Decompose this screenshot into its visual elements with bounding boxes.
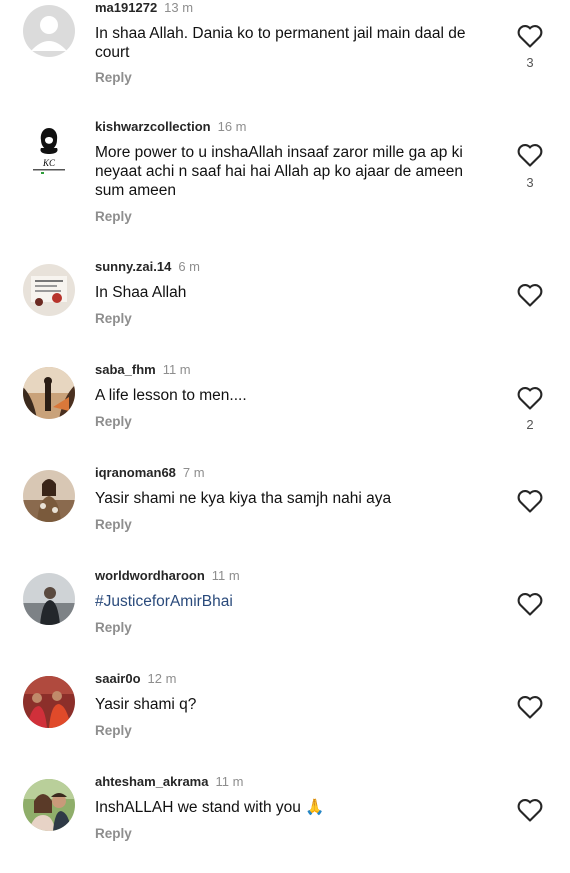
timestamp: 11 m <box>211 568 240 583</box>
avatar[interactable]: KC <box>23 124 75 176</box>
avatar[interactable] <box>23 779 75 831</box>
kc-logo-icon: KC <box>23 124 75 176</box>
comment-text: Yasir shami ne kya kiya tha samjh nahi a… <box>95 490 392 507</box>
photo-avatar-icon <box>23 367 75 419</box>
photo-avatar-icon <box>23 470 75 522</box>
heart-icon <box>517 144 543 167</box>
comments-screen: { "comments": [ {"username":"ma191272","… <box>0 0 570 873</box>
comment-text: More power to u inshaAllah insaaf zaror … <box>95 144 463 199</box>
heart-icon <box>517 696 543 719</box>
reply-button[interactable]: Reply <box>95 723 132 738</box>
heart-icon <box>517 490 543 513</box>
comment-text: Yasir shami q? <box>95 696 197 713</box>
comment-text: In Shaa Allah <box>95 284 187 301</box>
username[interactable]: kishwarzcollection <box>95 119 211 134</box>
username[interactable]: saba_fhm <box>95 362 156 377</box>
like-button[interactable] <box>516 385 544 411</box>
timestamp: 6 m <box>178 259 201 274</box>
timestamp: 11 m <box>215 774 244 789</box>
heart-icon <box>517 284 543 307</box>
like-button[interactable] <box>516 591 544 617</box>
username[interactable]: ahtesham_akrama <box>95 774 208 789</box>
username[interactable]: saair0o <box>95 671 141 686</box>
heart-icon <box>517 25 543 48</box>
like-button[interactable] <box>516 694 544 720</box>
comment-text: In shaa Allah. Dania ko to permanent jai… <box>95 25 466 61</box>
comment-text: InshALLAH we stand with you 🙏 <box>95 799 325 816</box>
reply-button[interactable]: Reply <box>95 209 132 224</box>
photo-avatar-icon <box>23 779 75 831</box>
reply-button[interactable]: Reply <box>95 517 132 532</box>
heart-icon <box>517 799 543 822</box>
like-button[interactable] <box>516 23 544 49</box>
timestamp: 11 m <box>162 362 191 377</box>
reply-button[interactable]: Reply <box>95 620 132 635</box>
reply-button[interactable]: Reply <box>95 70 132 85</box>
username[interactable]: ma191272 <box>95 0 157 15</box>
avatar[interactable] <box>23 573 75 625</box>
username[interactable]: worldwordharoon <box>95 568 205 583</box>
reply-button[interactable]: Reply <box>95 311 132 326</box>
username[interactable]: iqranoman68 <box>95 465 176 480</box>
kc-logo-text: KC <box>42 158 56 168</box>
like-button[interactable] <box>516 282 544 308</box>
avatar[interactable] <box>23 470 75 522</box>
like-button[interactable] <box>516 488 544 514</box>
comment-text: A life lesson to men.... <box>95 387 247 404</box>
like-count: 2 <box>526 417 534 432</box>
heart-icon <box>517 387 543 410</box>
avatar[interactable] <box>23 264 75 316</box>
like-button[interactable] <box>516 797 544 823</box>
hashtag-link[interactable]: #JusticeforAmirBhai <box>95 592 495 611</box>
heart-icon <box>517 593 543 616</box>
timestamp: 16 m <box>217 119 247 134</box>
avatar[interactable] <box>23 676 75 728</box>
reply-button[interactable]: Reply <box>95 826 132 841</box>
avatar[interactable] <box>23 367 75 419</box>
timestamp: 7 m <box>182 465 205 480</box>
photo-avatar-icon <box>23 573 75 625</box>
username[interactable]: sunny.zai.14 <box>95 259 171 274</box>
reply-button[interactable]: Reply <box>95 414 132 429</box>
timestamp: 12 m <box>147 671 177 686</box>
timestamp: 13 m <box>164 0 194 15</box>
default-avatar-icon <box>23 5 75 57</box>
like-count: 3 <box>526 55 534 70</box>
like-button[interactable] <box>516 142 544 168</box>
photo-avatar-icon <box>23 264 75 316</box>
like-count: 3 <box>526 175 534 190</box>
avatar[interactable] <box>23 5 75 57</box>
photo-avatar-icon <box>23 676 75 728</box>
